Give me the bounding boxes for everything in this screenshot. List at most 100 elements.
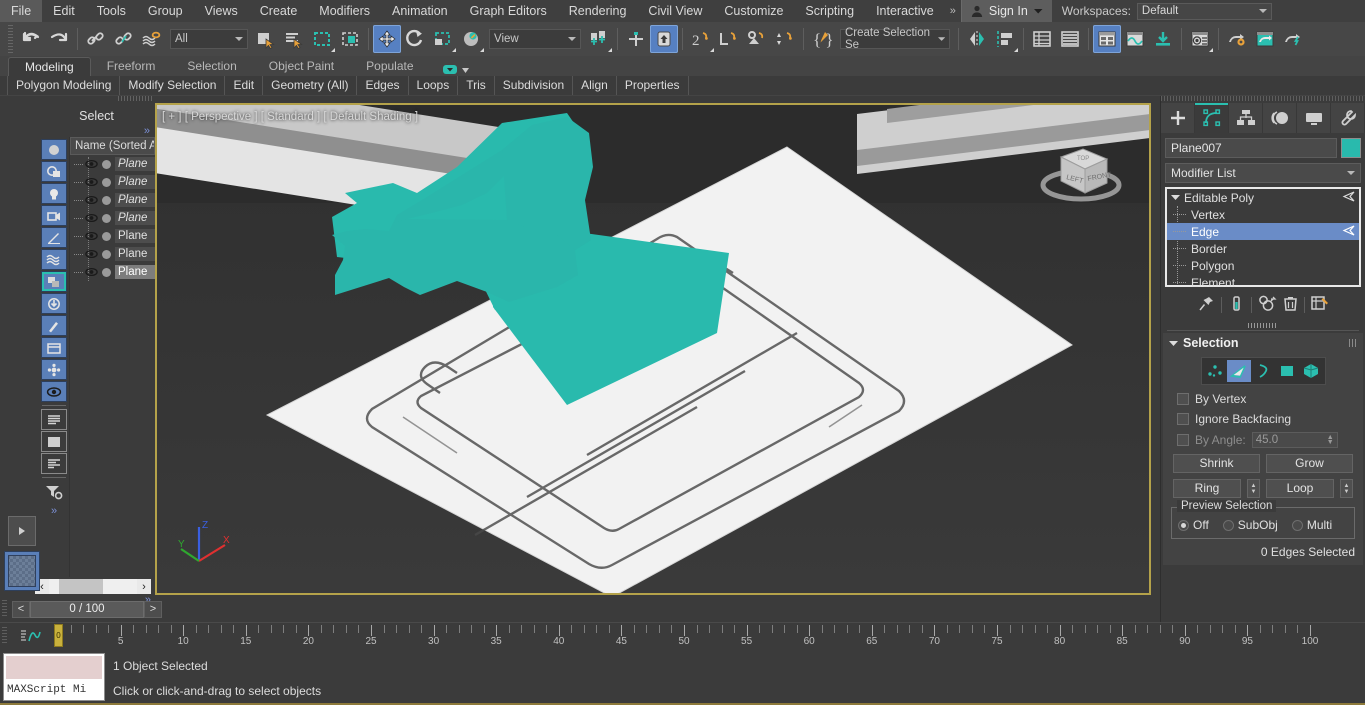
ignore-backfacing-row[interactable]: Ignore Backfacing [1163,409,1363,429]
explorer-row[interactable]: Plane [70,209,155,227]
select-and-manipulate-icon[interactable] [622,25,650,53]
scene-explorer-icon[interactable] [1093,25,1121,53]
ribbon-panel-geometry-all[interactable]: Geometry (All) [263,76,357,95]
modify-tab[interactable] [1195,103,1229,133]
by-angle-checkbox[interactable] [1177,434,1189,446]
shrink-button[interactable]: Shrink [1173,454,1260,473]
explorer-row[interactable]: Plane [70,155,155,173]
display-cameras-icon[interactable] [41,205,67,226]
bind-to-space-warp-icon[interactable] [138,25,166,53]
utilities-tab[interactable] [1331,103,1365,133]
display-lights-icon[interactable] [41,183,67,204]
explorer-column-header[interactable]: Name (Sorted A [70,137,155,155]
render-frame-window-icon[interactable] [1251,25,1279,53]
list-view-icon[interactable] [41,409,67,430]
edge-icon[interactable] [1227,360,1251,382]
explorer-row[interactable]: Plane [70,263,155,281]
ribbon-panel-edges[interactable]: Edges [357,76,408,95]
ribbon-tab-modeling[interactable]: Modeling [8,57,91,76]
redo-icon[interactable] [45,25,73,53]
create-tab[interactable] [1161,103,1195,133]
freeze-toggle-icon[interactable] [102,196,111,205]
material-explorer-icon[interactable] [1149,25,1177,53]
angle-snap-toggle-icon[interactable]: 2 [687,25,715,53]
curve-editor-icon[interactable] [1056,25,1084,53]
stack-item-editable-poly[interactable]: Editable Poly [1167,189,1359,206]
menu-item-animation[interactable]: Animation [381,0,459,22]
menu-item-tools[interactable]: Tools [86,0,137,22]
menu-item-civil-view[interactable]: Civil View [637,0,713,22]
unlink-selection-icon[interactable] [110,25,138,53]
prev-frame-arrow[interactable]: < [12,601,30,618]
material-preview-swatch[interactable] [4,551,40,591]
select-object-icon[interactable] [252,25,280,53]
selection-rollout-header[interactable]: Selection [1163,333,1363,353]
explorer-row[interactable]: Plane [70,227,155,245]
menu-item-file[interactable]: File [0,0,42,22]
border-icon[interactable] [1251,360,1275,382]
display-containers-icon[interactable] [41,293,67,314]
perspective-viewport[interactable]: [ + ] [ Perspective ] [ Standard ] [ Def… [155,103,1151,595]
snaps-toggle-icon[interactable] [650,25,678,53]
explorer-flyout-button[interactable] [8,516,36,546]
display-groups-icon[interactable] [41,337,67,358]
rollout-grip-icon[interactable] [1349,339,1357,347]
blank-view-icon[interactable] [41,431,67,452]
undo-icon[interactable] [17,25,45,53]
visibility-eye-icon[interactable] [84,159,98,169]
display-selected-icon[interactable] [41,271,67,292]
selection-filter-combo[interactable]: All [170,29,248,49]
mirror-icon[interactable] [963,25,991,53]
visibility-eye-icon[interactable] [84,213,98,223]
frame-display[interactable]: 0 / 100 [30,601,144,618]
remove-modifier-icon[interactable] [1283,295,1298,315]
freeze-toggle-icon[interactable] [102,178,111,187]
playhead[interactable]: 0 [54,624,63,647]
display-visible-icon[interactable] [41,381,67,402]
scroll-track[interactable] [49,579,137,594]
window-crossing-toggle-icon[interactable] [336,25,364,53]
toolbar-grip[interactable] [8,25,13,53]
preview-multi-radio[interactable] [1292,520,1303,531]
ribbon-panel-modify-selection[interactable]: Modify Selection [120,76,225,95]
explorer-icons-expand[interactable]: » [51,505,56,517]
spinner-arrows-icon[interactable]: ▲▼ [1327,435,1334,445]
time-slider[interactable]: < 0 / 100 > [12,601,162,618]
explorer-row[interactable]: Plane [70,191,155,209]
stack-item-border[interactable]: Border [1167,240,1359,257]
display-geometry-icon[interactable] [41,139,67,160]
sign-in-button[interactable]: Sign In [961,0,1052,22]
ribbon-panel-polygon-modeling[interactable]: Polygon Modeling [7,76,120,95]
display-helpers-icon[interactable] [41,227,67,248]
explorer-object-name[interactable]: Plane [115,211,155,225]
compact-material-editor-icon[interactable] [1186,25,1214,53]
by-vertex-checkbox[interactable] [1177,393,1189,405]
visibility-eye-icon[interactable] [84,231,98,241]
viewport-label[interactable]: [ + ] [ Perspective ] [ Standard ] [ Def… [162,111,418,123]
explorer-object-name[interactable]: Plane [115,247,155,261]
time-slider-grip[interactable] [2,600,7,618]
ribbon-tab-freeform[interactable]: Freeform [91,57,172,76]
explorer-expand-icon[interactable]: » [38,125,155,137]
spinner-snap-arrows-icon[interactable] [771,25,799,53]
display-particles-icon[interactable] [41,359,67,380]
element-icon[interactable] [1299,360,1323,382]
explorer-grip[interactable] [118,96,153,101]
ribbon-tab-selection[interactable]: Selection [171,57,252,76]
ribbon-panel-properties[interactable]: Properties [617,76,689,95]
next-frame-arrow[interactable]: > [144,601,162,618]
by-angle-spinner[interactable]: 45.0 ▲▼ [1252,432,1338,448]
menu-overflow-icon[interactable]: » [945,5,961,17]
freeze-toggle-icon[interactable] [102,268,111,277]
select-and-scale-icon[interactable] [429,25,457,53]
maxscript-mini-listener[interactable]: MAXScript Mi [3,653,105,701]
freeze-toggle-icon[interactable] [102,160,111,169]
display-bones-icon[interactable] [41,315,67,336]
viewcube[interactable]: LEFT FRONT TOP [1021,127,1141,217]
render-setup-icon[interactable] [1223,25,1251,53]
by-angle-row[interactable]: By Angle: 45.0 ▲▼ [1163,429,1363,451]
menu-item-modifiers[interactable]: Modifiers [308,0,381,22]
schematic-view-icon[interactable] [1121,25,1149,53]
menu-item-views[interactable]: Views [194,0,249,22]
menu-item-rendering[interactable]: Rendering [558,0,638,22]
